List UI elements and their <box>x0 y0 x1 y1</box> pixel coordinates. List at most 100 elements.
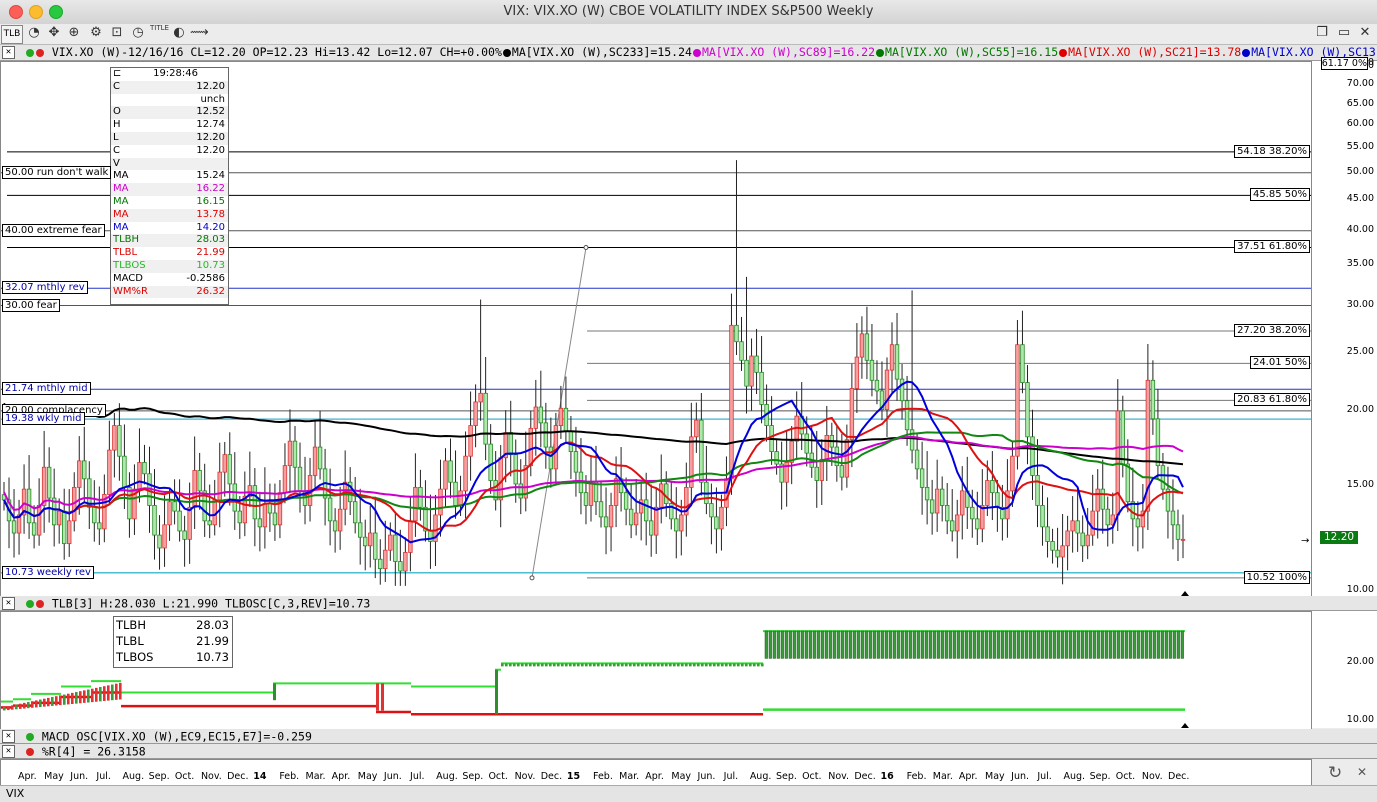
close-pane-icon[interactable]: ✕ <box>2 597 15 610</box>
candle-body <box>31 522 37 536</box>
draw-tool-icon[interactable]: ⟿ <box>190 24 209 42</box>
tlb-bar <box>609 663 612 667</box>
macd-header-text: MACD OSC[VIX.XO (W),EC9,EC15,E7]=-0.259 <box>41 729 312 744</box>
tlb-bar <box>860 630 864 659</box>
tlb-data-box: TLBH 28.03 TLBL 21.99 TLBOS 10.73 <box>113 616 233 668</box>
candle-body <box>1120 410 1125 465</box>
tlb-bar <box>381 683 384 711</box>
gear-icon[interactable]: ⚙ <box>87 24 105 42</box>
wr-pane-header: ✕ %R[4] = 26.3158 <box>0 744 1377 759</box>
x-axis-label: Jun. <box>1011 771 1030 782</box>
candle-body <box>839 465 845 478</box>
series-dot-icon <box>25 747 34 756</box>
tlb-bar <box>617 663 620 667</box>
tlb-bar <box>1176 630 1180 659</box>
tlb-bar <box>593 663 596 667</box>
refresh-icon[interactable]: ↻ <box>1328 763 1342 783</box>
x-axis-label: Jul. <box>96 771 111 782</box>
tlb-bar <box>1100 630 1104 659</box>
expand-icon[interactable]: ✕ <box>1357 765 1367 779</box>
tlb-bar <box>107 685 110 701</box>
crosshair-icon[interactable]: ✥ <box>45 24 63 42</box>
candle-body <box>508 432 513 456</box>
candle-body <box>543 422 549 448</box>
tlb-bar <box>87 689 90 703</box>
tlb-bar <box>79 691 82 704</box>
candle-body <box>473 401 478 426</box>
tlb-bar <box>884 630 888 659</box>
data-window-key: C <box>113 144 120 156</box>
close-pane-icon[interactable]: ✕ <box>2 46 15 59</box>
candle-body <box>1090 510 1095 536</box>
last-price-tag: 12.20 <box>1320 531 1359 545</box>
price-y-tick: 40.00 <box>1346 223 1374 235</box>
candle-body <box>373 532 378 560</box>
zoom-icon[interactable]: ⊕ <box>65 24 83 42</box>
tlb-bar <box>71 692 74 705</box>
candle-body <box>533 406 539 429</box>
tlb-bar <box>964 630 968 659</box>
x-axis-label: Jul. <box>1037 771 1052 782</box>
tlb-bar <box>876 630 880 659</box>
tlb-bar <box>764 630 768 659</box>
candle-body <box>262 503 268 528</box>
level-label: 40.00 extreme fear <box>2 223 105 237</box>
close-pane-icon[interactable]: ✕ <box>2 730 15 743</box>
color-icon[interactable]: ◐ <box>170 24 188 42</box>
candle-body <box>237 510 242 524</box>
tlb-bar <box>51 697 54 706</box>
candle-body <box>1100 488 1105 510</box>
data-window-value: 15.24 <box>196 170 225 182</box>
tlb-bar <box>713 663 716 667</box>
pie-chart-icon[interactable]: ◔ <box>25 24 43 42</box>
data-window-value: 12.52 <box>196 106 225 118</box>
x-axis-label: Aug. <box>436 771 458 782</box>
close-chart-icon[interactable]: ✕ <box>1356 24 1374 42</box>
data-window-value: 10.73 <box>196 259 225 271</box>
title-icon[interactable]: TITLE <box>150 24 169 42</box>
scale-icon[interactable]: ⊡ <box>108 24 126 42</box>
tlb-header-text: TLB[3] H:28.030 L:21.990 TLBOSC[C,3,REV]… <box>51 596 371 611</box>
candle-body <box>127 486 132 520</box>
candle-body <box>337 508 343 532</box>
candle-body <box>548 446 554 470</box>
x-axis-label: May <box>671 771 692 782</box>
price-y-tick: 45.00 <box>1346 193 1374 205</box>
price-y-tick: 15.00 <box>1346 478 1374 490</box>
tlb-bar <box>577 663 580 667</box>
clock-icon[interactable]: ◷ <box>129 24 147 42</box>
close-pane-icon[interactable]: ✕ <box>2 745 15 758</box>
candle-body <box>107 449 112 495</box>
wr-header-text: %R[4] = 26.3158 <box>41 744 146 759</box>
candle-body <box>352 501 358 524</box>
collapse-icon[interactable]: ▭ <box>1335 24 1353 42</box>
candle-body <box>287 440 293 467</box>
tlb-bar <box>1168 630 1172 659</box>
x-axis-label: 15 <box>566 771 581 782</box>
tlb-bar <box>1060 630 1064 659</box>
candle-body <box>674 518 679 532</box>
candle-body <box>608 505 614 528</box>
fib-label: 27.20 38.20% <box>1234 323 1310 337</box>
price-y-tick: 60.00 <box>1346 118 1374 130</box>
tlb-bar <box>1044 630 1048 659</box>
tlb-bar <box>1020 630 1024 659</box>
tlb-button[interactable]: TLB <box>1 25 23 44</box>
price-header-item: MA[VIX.XO (W),SC21]=13.78 <box>1068 45 1242 59</box>
data-window-row: unch <box>111 93 228 107</box>
tlb-bar <box>924 630 928 659</box>
tlb-bar <box>828 630 832 659</box>
price-y-axis: 76.0075.0070.0065.0060.0055.0050.0045.00… <box>1311 57 1377 596</box>
tlb-bar <box>75 692 78 704</box>
tlb-bar <box>669 663 672 667</box>
candle-body <box>443 460 448 490</box>
tlb-bar <box>613 663 616 667</box>
tlb-bar <box>804 630 808 659</box>
candle-body <box>1160 465 1166 490</box>
candle-body <box>513 454 518 485</box>
tlb-bar <box>637 663 640 667</box>
tlb-bar <box>1156 630 1160 659</box>
restore-icon[interactable]: ❐ <box>1313 24 1331 42</box>
tlb-pane-header: ✕ TLB[3] H:28.030 L:21.990 TLBOSC[C,3,RE… <box>0 596 1377 611</box>
candle-body <box>849 388 855 441</box>
